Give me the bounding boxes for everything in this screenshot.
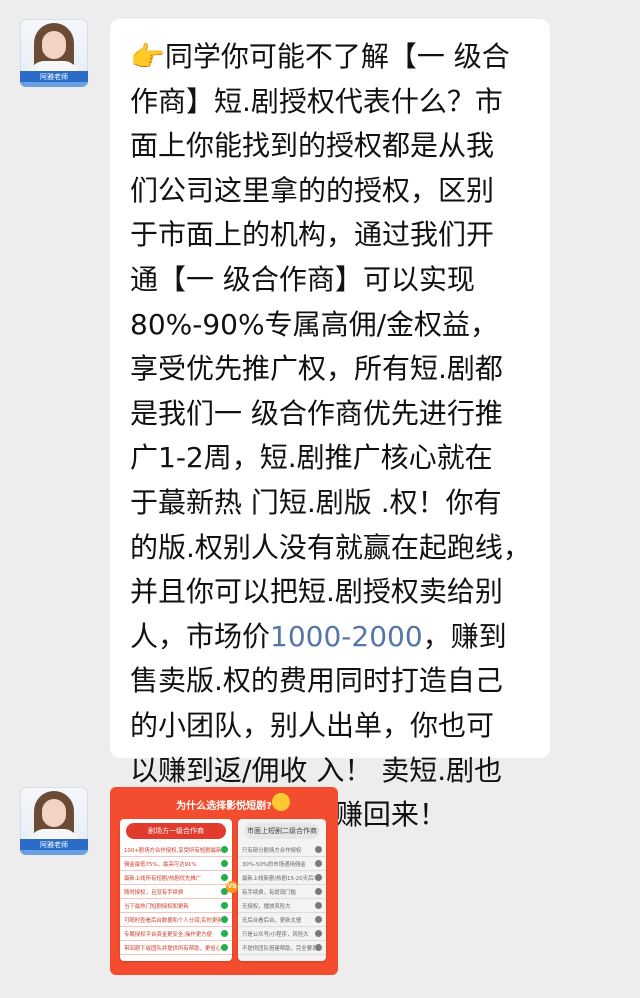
cross-icon — [315, 874, 322, 881]
left-row: 带回避下级团队并提供所有帮助，更省心 — [120, 941, 232, 955]
cross-icon — [315, 944, 322, 951]
pointing-hand-emoji: 👉 — [130, 40, 165, 73]
right-row: 不提供团队搭建帮助，完全要靠自己做 — [238, 941, 326, 955]
left-row: 佣金最低75%，最高可达91% — [120, 857, 232, 871]
avatar-subtitle-bar — [20, 850, 88, 855]
right-row: 无后台看后台，更新太慢 — [238, 913, 326, 927]
left-row: 随时授权，且没有手续费 — [120, 885, 232, 899]
left-row: 100+剧场方合作授权,享受所有短剧最新资源 — [120, 843, 232, 857]
right-panel-heading: 市面上短剧二级合作商 — [244, 823, 320, 839]
left-comparison-panel: 剧场方一级合作商 100+剧场方合作授权,享受所有短剧最新资源 佣金最低75%，… — [120, 819, 232, 961]
cross-icon — [315, 930, 322, 937]
cross-icon — [315, 860, 322, 867]
sender-avatar[interactable]: 阿雅老师 — [20, 19, 88, 87]
cross-icon — [315, 916, 322, 923]
vs-badge: VS — [226, 881, 238, 893]
sender-avatar[interactable]: 阿雅老师 — [20, 787, 88, 855]
thinking-face-icon — [272, 793, 290, 811]
right-comparison-panel: 市面上短剧二级合作商 只有部分剧场方合作授权 30%-50%的市场通用佣金 最新… — [238, 819, 326, 961]
right-row: 有手续费，有提现门槛 — [238, 885, 326, 899]
right-row: 最新上线新剧/热剧15-20天后才可推广 — [238, 871, 326, 885]
right-row: 只是公众号/小程序，风险大 — [238, 927, 326, 941]
avatar-face — [42, 31, 66, 59]
cross-icon — [315, 902, 322, 909]
comparison-title: 为什么选择影悦短剧? — [176, 801, 272, 812]
right-row: 无授权，播放风险大 — [238, 899, 326, 913]
left-row: 可随时查看后台数据和个人分润,实时更新 — [120, 913, 232, 927]
check-icon — [221, 930, 228, 937]
check-icon — [221, 944, 228, 951]
message-text: 👉同学你可能不了解【一 级合 作商】短.剧授权代表什么？市 面上你能找到的授权都… — [130, 35, 538, 838]
check-icon — [221, 902, 228, 909]
message-body-start: 同学你可能不了解【一 级合 作商】短.剧授权代表什么？市 面上你能找到的授权都是… — [130, 40, 531, 653]
right-row: 30%-50%的市场通用佣金 — [238, 857, 326, 871]
right-row: 只有部分剧场方合作授权 — [238, 843, 326, 857]
check-icon — [221, 860, 228, 867]
avatar-face — [42, 799, 66, 827]
check-icon — [221, 916, 228, 923]
check-icon — [221, 846, 228, 853]
comparison-image-message[interactable]: 为什么选择影悦短剧? 剧场方一级合作商 100+剧场方合作授权,享受所有短剧最新… — [110, 787, 338, 975]
left-row: 当下最热门短剧授权和更新 — [120, 899, 232, 913]
message-bubble[interactable]: 👉同学你可能不了解【一 级合 作商】短.剧授权代表什么？市 面上你能找到的授权都… — [110, 19, 550, 831]
left-row: 专属授权平台资金更安全,操作更方便 — [120, 927, 232, 941]
check-icon — [221, 874, 228, 881]
left-panel-heading: 剧场方一级合作商 — [126, 823, 226, 839]
left-row: 最新上线所有短剧/热剧优先推广 — [120, 871, 232, 885]
price-link[interactable]: 1000-2000 — [270, 620, 423, 653]
cross-icon — [315, 888, 322, 895]
cross-icon — [315, 846, 322, 853]
avatar-subtitle-bar — [20, 82, 88, 87]
